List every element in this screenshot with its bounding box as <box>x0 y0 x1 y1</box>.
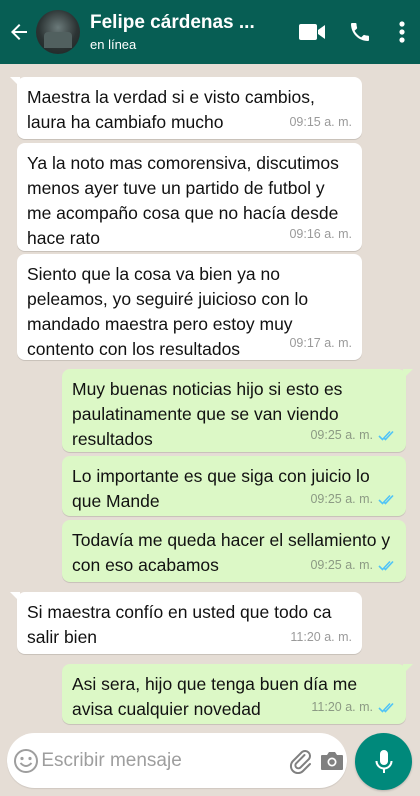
message-time: 09:25 a. m. <box>310 492 373 506</box>
message-outgoing[interactable]: Todavía me queda hacer el sellamiento y … <box>62 520 406 582</box>
message-composer <box>7 733 347 788</box>
more-options-icon <box>399 21 405 43</box>
emoji-icon <box>14 748 39 773</box>
voice-call-button[interactable] <box>336 0 384 64</box>
message-incoming[interactable]: Maestra la verdad si e visto cambios, la… <box>10 77 362 139</box>
attach-button[interactable] <box>286 748 316 774</box>
read-receipt-icon <box>378 494 396 505</box>
message-time: 09:17 a. m. <box>289 336 352 350</box>
message-outgoing[interactable]: Asi sera, hijo que tenga buen día me avi… <box>62 664 413 724</box>
message-time: 09:25 a. m. <box>310 558 373 572</box>
message-incoming[interactable]: Siento que la cosa va bien ya no peleamo… <box>17 254 362 360</box>
message-time: 11:20 a. m. <box>311 700 373 714</box>
message-incoming[interactable]: Ya la noto mas comorensiva, discutimos m… <box>17 143 362 251</box>
contact-avatar[interactable] <box>36 10 80 54</box>
message-time: 09:16 a. m. <box>289 227 352 241</box>
message-list[interactable]: Maestra la verdad si e visto cambios, la… <box>0 64 420 729</box>
video-call-icon <box>299 24 325 40</box>
read-receipt-icon <box>378 702 396 713</box>
message-text: Muy buenas noticias hijo si esto es paul… <box>72 379 343 449</box>
message-time: 09:15 a. m. <box>289 115 352 129</box>
read-receipt-icon <box>378 430 396 441</box>
phone-call-icon <box>351 23 369 41</box>
message-outgoing[interactable]: Lo importante es que siga con juicio lo … <box>62 456 406 516</box>
read-receipt-icon <box>378 560 396 571</box>
message-text: Si maestra confío en usted que todo ca s… <box>27 602 332 647</box>
message-time: 11:20 a. m. <box>290 630 352 644</box>
camera-icon <box>320 751 343 770</box>
message-text: Maestra la verdad si e visto cambios, la… <box>27 87 315 132</box>
camera-button[interactable] <box>317 749 347 773</box>
message-input[interactable] <box>41 749 287 772</box>
more-options-button[interactable] <box>384 0 420 64</box>
contact-info[interactable]: Felipe cárdenas ... en línea <box>90 12 288 53</box>
back-button[interactable] <box>4 0 34 64</box>
contact-name: Felipe cárdenas ... <box>90 11 255 33</box>
paperclip-icon <box>290 749 312 774</box>
message-text: Siento que la cosa va bien ya no peleamo… <box>27 264 309 359</box>
back-arrow-icon <box>11 24 27 40</box>
voice-message-button[interactable] <box>355 733 412 790</box>
emoji-button[interactable] <box>11 748 41 774</box>
contact-status: en línea <box>90 36 137 52</box>
message-time: 09:25 a. m. <box>310 428 373 442</box>
message-incoming[interactable]: Si maestra confío en usted que todo ca s… <box>10 592 362 654</box>
video-call-button[interactable] <box>288 0 336 64</box>
message-outgoing[interactable]: Muy buenas noticias hijo si esto es paul… <box>62 369 413 452</box>
chat-header: Felipe cárdenas ... en línea <box>0 0 420 64</box>
microphone-icon <box>375 749 392 773</box>
